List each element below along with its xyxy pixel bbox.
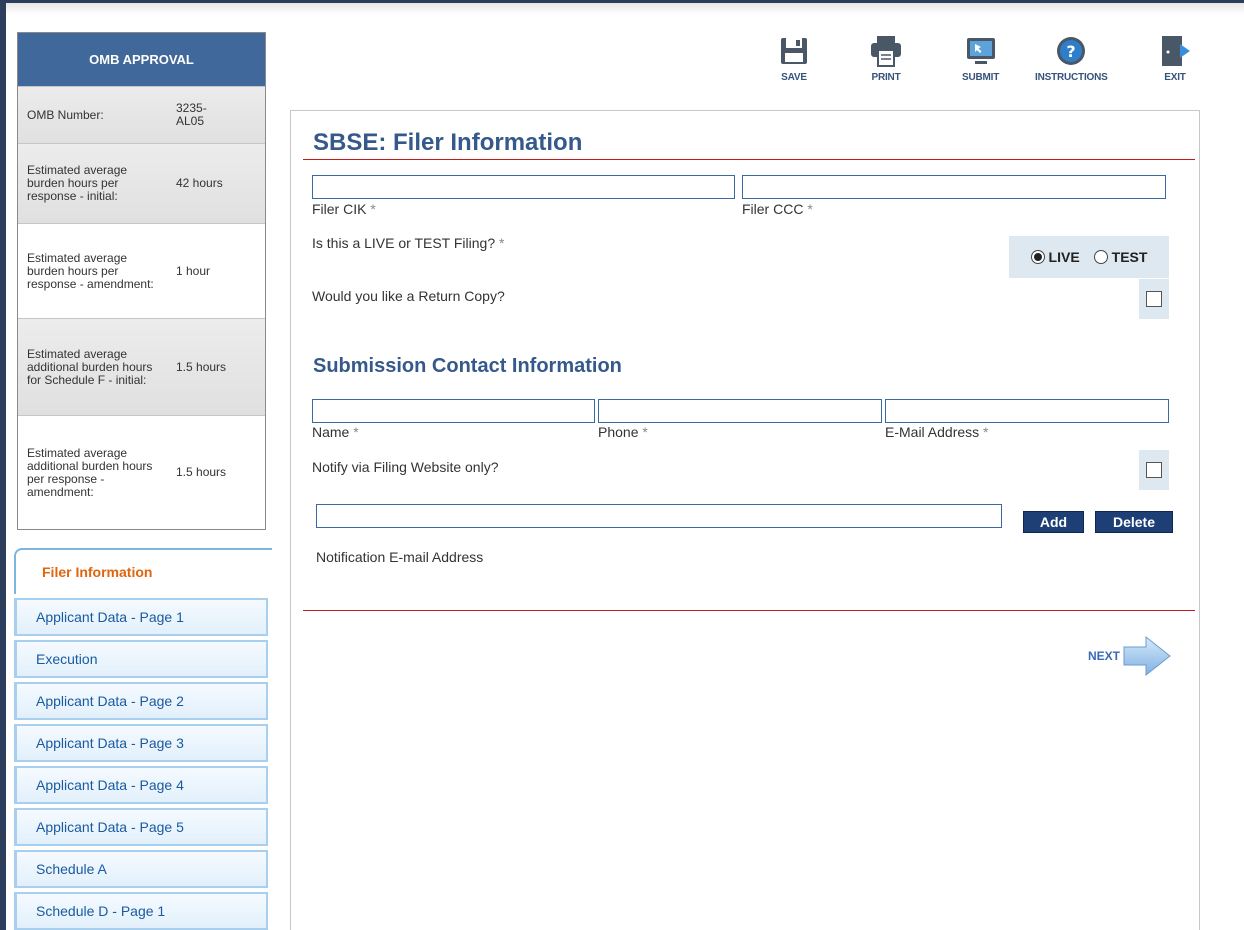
omb-row-burden-amendment: Estimated average burden hours per respo… [18,223,265,318]
notification-email-input[interactable] [316,504,1002,528]
exit-door-icon [1162,36,1190,66]
name-input[interactable] [312,399,595,423]
help-icon: ? [1057,37,1086,65]
nav-item-applicant-data-page-5[interactable]: Applicant Data - Page 5 [14,808,268,846]
svg-text:?: ? [1067,42,1076,61]
omb-row-burden-initial: Estimated average burden hours per respo… [18,143,265,223]
notify-checkbox[interactable] [1146,462,1162,478]
nav-item-applicant-data-page-2[interactable]: Applicant Data - Page 2 [14,682,268,720]
live-test-question-text: Is this a LIVE or TEST Filing? [312,235,496,251]
exit-button[interactable]: EXIT [1158,34,1192,83]
form-bottom-divider [303,610,1195,611]
live-radio-circle[interactable] [1030,250,1045,264]
nav-item-execution[interactable]: Execution [14,640,268,678]
omb-row-value: 1.5 hours [176,465,227,479]
required-mark: * [983,424,989,440]
name-label: Name * [312,424,359,440]
print-label: PRINT [871,72,901,83]
filer-ccc-label-text: Filer CCC [742,201,804,217]
return-copy-checkbox-cell [1139,279,1169,319]
nav-item-applicant-data-page-1[interactable]: Applicant Data - Page 1 [14,598,268,636]
filer-ccc-input[interactable] [742,175,1166,199]
test-radio-circle[interactable] [1093,250,1108,264]
filer-ccc-label: Filer CCC * [742,201,813,217]
email-label: E-Mail Address * [885,424,989,440]
submit-label: SUBMIT [962,72,1000,83]
omb-approval-panel: OMB APPROVAL OMB Number: 3235-AL05 Estim… [17,32,266,530]
omb-row-value: 3235-AL05 [176,101,207,128]
save-label: SAVE [781,72,807,83]
instructions-label: INSTRUCTIONS [1035,72,1108,83]
required-mark: * [370,201,376,217]
left-border [0,0,6,930]
exit-label: EXIT [1164,72,1186,83]
live-test-question: Is this a LIVE or TEST Filing? * [312,235,504,251]
submit-icon [966,38,995,64]
omb-row-additional-amendment: Estimated average additional burden hour… [18,415,265,529]
omb-row-schedule-f-initial: Estimated average additional burden hour… [18,318,265,415]
live-radio[interactable]: LIVE [1030,249,1080,265]
test-radio-label: TEST [1111,249,1148,265]
email-input[interactable] [885,399,1169,423]
email-label-text: E-Mail Address [885,424,980,440]
omb-row-value: 1 hour [176,263,211,278]
omb-row-number: OMB Number: 3235-AL05 [18,86,265,143]
next-button[interactable]: NEXT [1088,635,1172,677]
submit-button[interactable]: SUBMIT [962,34,999,83]
omb-row-label: Estimated average burden hours per respo… [27,163,128,203]
title-divider [303,159,1195,160]
add-button[interactable]: Add [1023,511,1084,533]
next-arrow-icon [1123,635,1171,677]
print-icon [871,36,901,67]
phone-input[interactable] [598,399,882,423]
filer-cik-label: Filer CIK * [312,201,376,217]
required-mark: * [499,235,505,251]
omb-row-value: 42 hours [176,176,223,190]
top-border [0,0,1244,14]
save-icon [781,38,807,64]
print-button[interactable]: PRINT [868,34,904,83]
omb-row-value: 1.5 hours [176,359,227,374]
live-radio-label: LIVE [1048,249,1080,265]
page-title: SBSE: Filer Information [313,129,583,156]
notify-question: Notify via Filing Website only? [312,459,499,475]
name-label-text: Name [312,424,350,440]
filer-cik-input[interactable] [312,175,735,199]
nav-item-schedule-a[interactable]: Schedule A [14,850,268,888]
live-test-radio-group: LIVE TEST [1009,236,1169,278]
notify-checkbox-cell [1139,450,1169,490]
omb-row-label: Estimated average additional burden hour… [27,445,153,499]
filer-cik-label-text: Filer CIK [312,201,367,217]
required-mark: * [353,424,359,440]
return-copy-checkbox[interactable] [1146,291,1162,307]
omb-row-label: Estimated average additional burden hour… [27,346,153,387]
main-form: SBSE: Filer Information Filer CIK * File… [290,110,1200,930]
side-nav: Filer Information Applicant Data - Page … [14,548,272,930]
next-label: NEXT [1088,649,1121,663]
nav-item-applicant-data-page-4[interactable]: Applicant Data - Page 4 [14,766,268,804]
instructions-button[interactable]: ? INSTRUCTIONS [1035,34,1108,83]
nav-item-filer-information[interactable]: Filer Information [14,548,272,594]
required-mark: * [807,201,813,217]
omb-row-label: Estimated average burden hours per respo… [27,250,154,291]
phone-label: Phone * [598,424,648,440]
nav-item-schedule-d-page-1[interactable]: Schedule D - Page 1 [14,892,268,930]
omb-row-label: OMB Number: [27,107,104,122]
delete-button[interactable]: Delete [1095,511,1173,533]
nav-item-applicant-data-page-3[interactable]: Applicant Data - Page 3 [14,724,268,762]
return-copy-question: Would you like a Return Copy? [312,288,505,304]
save-button[interactable]: SAVE [777,34,811,83]
phone-label-text: Phone [598,424,639,440]
toolbar: SAVE PRINT SUBMIT ? INSTRUCTIONS EXIT [0,34,1244,94]
notification-email-label: Notification E-mail Address [316,549,484,565]
required-mark: * [642,424,648,440]
test-radio[interactable]: TEST [1093,249,1148,265]
contact-heading: Submission Contact Information [313,355,622,377]
